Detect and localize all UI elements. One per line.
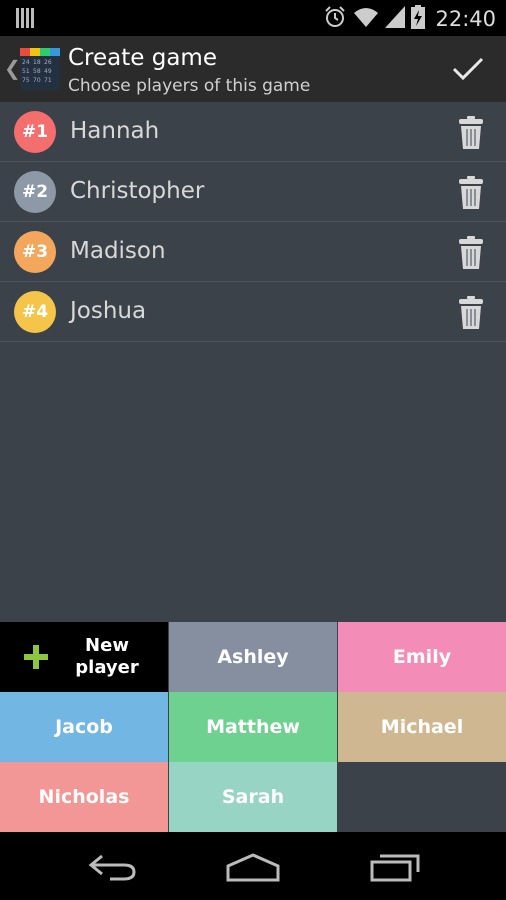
- svg-text:51: 51: [22, 68, 30, 75]
- player-row[interactable]: #3 Madison: [0, 222, 506, 282]
- player-name: Hannah: [70, 118, 160, 144]
- player-tile-michael[interactable]: Michael: [338, 692, 506, 762]
- player-row[interactable]: #2 Christopher: [0, 162, 506, 222]
- svg-text:26: 26: [44, 59, 52, 66]
- selected-players-list: #1 Hannah #2 Christopher #3 Madison #4 J…: [0, 102, 506, 622]
- player-row[interactable]: #4 Joshua: [0, 282, 506, 342]
- clock: 22:40: [435, 7, 496, 31]
- chevron-left-icon[interactable]: ❮: [4, 56, 21, 80]
- svg-text:24: 24: [22, 59, 30, 66]
- navigation-bar: [0, 832, 506, 900]
- check-icon[interactable]: [452, 56, 484, 82]
- svg-text:75: 75: [22, 77, 30, 84]
- player-tile-nicholas[interactable]: Nicholas: [0, 762, 168, 832]
- player-rank-badge: #4: [14, 291, 56, 333]
- svg-text:58: 58: [33, 68, 41, 75]
- trash-icon[interactable]: [458, 296, 484, 330]
- player-row[interactable]: #1 Hannah: [0, 102, 506, 162]
- action-bar: ❮ 24 18 26 51 58 49 75 70 71 Create game Choos…: [0, 36, 506, 102]
- battery-icon: [411, 5, 426, 33]
- back-icon[interactable]: [88, 852, 138, 886]
- player-tile-matthew[interactable]: Matthew: [169, 692, 337, 762]
- trash-icon[interactable]: [458, 236, 484, 270]
- app-logo-icon[interactable]: 24 18 26 51 58 49 75 70 71: [20, 48, 60, 90]
- svg-text:18: 18: [33, 59, 41, 66]
- player-rank-badge: #2: [14, 171, 56, 213]
- new-player-label-line1: New: [85, 635, 129, 656]
- notification-icon: [16, 8, 34, 32]
- svg-text:70: 70: [33, 77, 41, 84]
- page-title: Create game: [68, 45, 217, 71]
- player-rank-badge: #1: [14, 111, 56, 153]
- new-player-button[interactable]: New player: [0, 622, 168, 692]
- player-tile-emily[interactable]: Emily: [338, 622, 506, 692]
- svg-text:71: 71: [44, 77, 52, 84]
- signal-icon: [385, 6, 406, 32]
- player-name: Christopher: [70, 178, 205, 204]
- svg-text:49: 49: [44, 68, 52, 75]
- recent-apps-icon[interactable]: [370, 852, 422, 886]
- player-tile-ashley[interactable]: Ashley: [169, 622, 337, 692]
- new-player-label: New player: [70, 635, 144, 679]
- wifi-icon: [353, 6, 379, 32]
- trash-icon[interactable]: [458, 176, 484, 210]
- plus-icon: [24, 645, 48, 669]
- player-name: Joshua: [70, 298, 147, 324]
- player-rank-badge: #3: [14, 231, 56, 273]
- available-players-grid: New player Ashley Emily Jacob Matthew Mi…: [0, 622, 506, 832]
- player-tile-sarah[interactable]: Sarah: [169, 762, 337, 832]
- page-subtitle: Choose players of this game: [68, 76, 311, 96]
- player-tile-jacob[interactable]: Jacob: [0, 692, 168, 762]
- new-player-label-line2: player: [75, 657, 139, 678]
- alarm-icon: [323, 5, 347, 33]
- trash-icon[interactable]: [458, 116, 484, 150]
- status-bar: 22:40: [0, 0, 506, 36]
- home-icon[interactable]: [226, 852, 280, 886]
- player-name: Madison: [70, 238, 166, 264]
